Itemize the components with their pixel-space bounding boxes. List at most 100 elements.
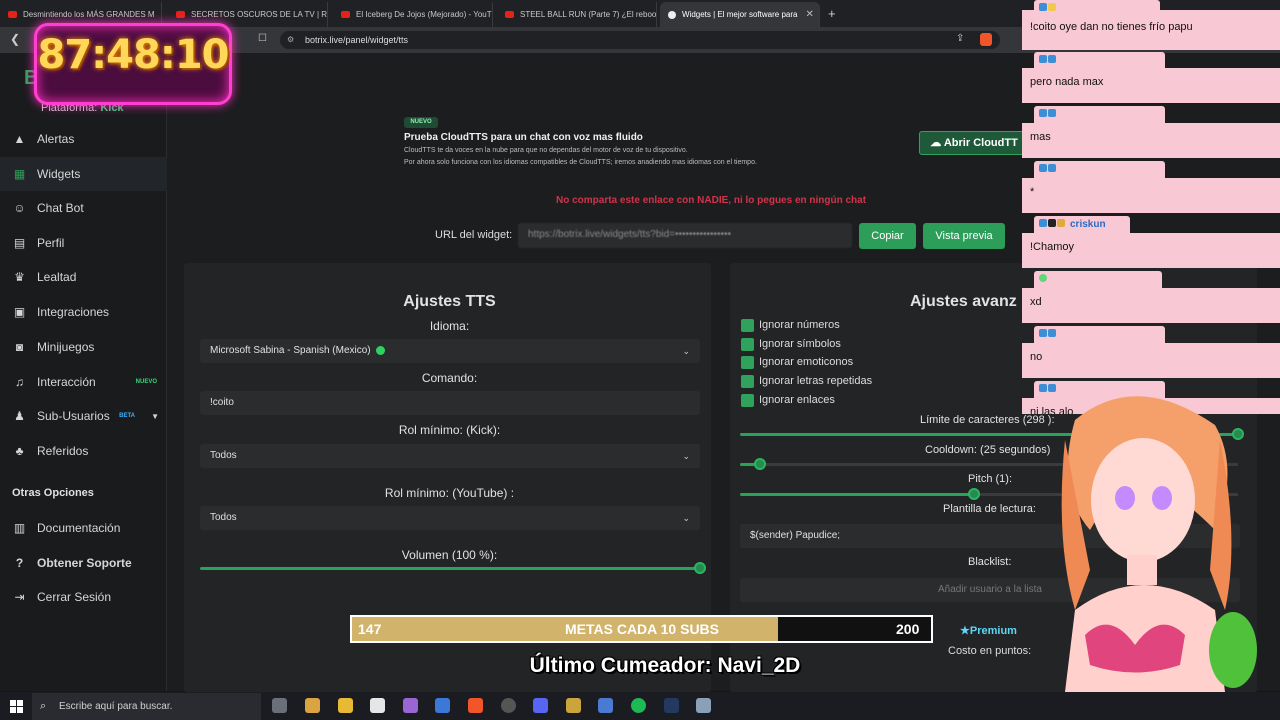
checkbox-label: Ignorar enlaces bbox=[759, 394, 835, 406]
ignore-numbers-checkbox[interactable] bbox=[741, 319, 754, 332]
widget-favicon-icon bbox=[668, 10, 676, 19]
obs-icon[interactable] bbox=[501, 698, 516, 713]
banner-line: Por ahora solo funciona con los idiomas … bbox=[404, 159, 757, 166]
id-card-icon: ▤ bbox=[13, 235, 26, 250]
app-icon[interactable] bbox=[664, 698, 679, 713]
share-icon[interactable]: ⇪ bbox=[956, 33, 964, 44]
sidebar-item-soporte[interactable]: ? Obtener Soporte bbox=[0, 546, 167, 580]
ignore-symbols-checkbox[interactable] bbox=[741, 338, 754, 351]
spotify-icon[interactable] bbox=[631, 698, 646, 713]
blacklist-label: Blacklist: bbox=[968, 556, 1012, 568]
chevron-down-icon: ⌄ bbox=[682, 346, 690, 356]
chevron-down-icon: ⌄ bbox=[682, 451, 690, 461]
chat-badges-icon bbox=[1039, 219, 1067, 229]
chat-message: * bbox=[1022, 178, 1280, 213]
goal-title: METAS CADA 10 SUBS bbox=[564, 621, 720, 637]
close-tab-icon[interactable]: ✕ bbox=[797, 9, 813, 20]
premium-badge: ★Premium bbox=[960, 625, 1017, 637]
brave-browser-icon[interactable] bbox=[468, 698, 483, 713]
volumen-slider[interactable] bbox=[200, 562, 706, 574]
site-info-icon[interactable]: ⚙ bbox=[287, 35, 294, 44]
last-sub-banner: Último Cumeador: Navi_2D bbox=[529, 654, 801, 677]
slider-knob[interactable] bbox=[968, 488, 981, 500]
media-player-icon[interactable] bbox=[566, 698, 581, 713]
chat-username bbox=[1034, 52, 1165, 69]
sidebar-item-alertas[interactable]: ▲ Alertas bbox=[0, 122, 167, 156]
slider-knob[interactable] bbox=[694, 562, 706, 574]
sidebar-item-interaccion[interactable]: ♫ Interacción NUEVO bbox=[0, 365, 167, 399]
back-icon[interactable]: ❮ bbox=[10, 32, 20, 46]
copy-button[interactable]: Copiar bbox=[859, 223, 916, 249]
browser-tab-active[interactable]: Widgets | El mejor software para ✕ bbox=[660, 2, 820, 27]
cloud-icon: ☁ bbox=[930, 137, 944, 149]
ignore-emotes-checkbox[interactable] bbox=[741, 356, 754, 369]
notepad-icon[interactable] bbox=[370, 698, 385, 713]
sidebar-item-lealtad[interactable]: ♛ Lealtad bbox=[0, 260, 167, 294]
banner-line: CloudTTS te da voces en la nube para que… bbox=[404, 147, 688, 154]
sidebar-item-cerrar-sesion[interactable]: ⇥ Cerrar Sesión bbox=[0, 580, 167, 614]
trophy-icon: ♛ bbox=[14, 269, 25, 284]
robot-icon: ☺ bbox=[13, 200, 26, 215]
beta-badge: BETA bbox=[119, 413, 135, 419]
medal-app-icon[interactable] bbox=[305, 698, 320, 713]
sidebar-item-widgets[interactable]: ▦ Widgets bbox=[0, 157, 167, 191]
taskbar-search[interactable]: Escribe aquí para buscar. bbox=[32, 693, 261, 720]
chat-username bbox=[1034, 161, 1165, 178]
search-icon: ⌕ bbox=[40, 700, 47, 712]
taskview-icon[interactable] bbox=[272, 698, 287, 713]
ignore-links-checkbox[interactable] bbox=[741, 394, 754, 407]
grid-icon: ▦ bbox=[13, 166, 26, 181]
sidebar-item-integraciones[interactable]: ▣ Integraciones bbox=[0, 295, 167, 329]
sidebar-item-referidos[interactable]: ♣ Referidos bbox=[0, 434, 167, 468]
checkbox-label: Ignorar letras repetidas bbox=[759, 375, 873, 387]
star-icon: ★ bbox=[960, 625, 970, 637]
chat-badges-icon bbox=[1039, 274, 1067, 284]
store-icon[interactable] bbox=[435, 698, 450, 713]
chat-username: criskun bbox=[1034, 216, 1130, 233]
chevron-down-icon: ⌄ bbox=[682, 513, 690, 523]
slider-knob[interactable] bbox=[753, 458, 766, 470]
chat-badges-icon bbox=[1039, 3, 1067, 13]
url-field[interactable]: botrix.live/panel/widget/tts bbox=[280, 31, 1000, 49]
sidebar-item-documentacion[interactable]: ▥ Documentación bbox=[0, 511, 167, 545]
browser-tab[interactable]: El Iceberg De Jojos (Mejorado) - YouT bbox=[333, 2, 493, 27]
idioma-select[interactable]: Microsoft Sabina - Spanish (Mexico) ⌄ bbox=[200, 339, 700, 363]
advanced-title: Ajustes avanz bbox=[910, 293, 1017, 310]
feather-app-icon[interactable] bbox=[403, 698, 418, 713]
rol-kick-select[interactable]: Todos ⌄ bbox=[200, 444, 700, 468]
chevron-down-icon: ▼ bbox=[151, 411, 159, 421]
subathon-timer: 87:48:10 bbox=[37, 32, 230, 78]
chat-username bbox=[1034, 326, 1165, 343]
calculator-icon[interactable] bbox=[696, 698, 711, 713]
comando-input[interactable]: !coito bbox=[200, 391, 700, 415]
goal-target: 200 bbox=[896, 621, 920, 637]
sidebar-item-minijuegos[interactable]: ◙ Minijuegos bbox=[0, 330, 167, 364]
discord-icon[interactable] bbox=[533, 698, 548, 713]
plug-icon: ▣ bbox=[13, 304, 26, 319]
youtube-icon bbox=[176, 11, 185, 18]
warning-icon: ▲ bbox=[13, 131, 26, 146]
banner-title: Prueba CloudTTS para un chat con voz mas… bbox=[404, 132, 643, 143]
chat-message: pero nada max bbox=[1022, 68, 1280, 103]
bookmark-icon[interactable]: ☐ bbox=[258, 33, 267, 44]
folder-icon[interactable] bbox=[338, 698, 353, 713]
rol-youtube-select[interactable]: Todos ⌄ bbox=[200, 506, 700, 530]
open-cloudtts-button[interactable]: ☁ Abrir CloudTT bbox=[919, 131, 1029, 155]
editor-app-icon[interactable] bbox=[598, 698, 613, 713]
browser-tab[interactable]: STEEL BALL RUN (Parte 7) ¿El reboot bbox=[497, 2, 657, 27]
chat-message: mas bbox=[1022, 123, 1280, 158]
chat-message: !Chamoy bbox=[1022, 233, 1280, 268]
sidebar-item-sub-usuarios[interactable]: ♟ Sub-Usuarios BETA ▼ bbox=[0, 399, 167, 433]
windows-start-icon[interactable] bbox=[10, 700, 23, 713]
youtube-icon bbox=[341, 11, 350, 18]
ignore-repeated-checkbox[interactable] bbox=[741, 375, 754, 388]
sidebar-item-chat-bot[interactable]: ☺ Chat Bot bbox=[0, 191, 167, 225]
music-icon: ♫ bbox=[15, 374, 24, 389]
widget-url-field[interactable]: https://botrix.live/widgets/tts?bid=••••… bbox=[518, 223, 852, 248]
section-title-otras-opciones: Otras Opciones bbox=[12, 487, 94, 499]
new-tab-icon[interactable]: + bbox=[828, 6, 836, 21]
brave-shield-icon[interactable] bbox=[980, 33, 992, 46]
youtube-icon bbox=[505, 11, 514, 18]
sidebar-item-perfil[interactable]: ▤ Perfil bbox=[0, 226, 167, 260]
preview-button[interactable]: Vista previa bbox=[923, 223, 1005, 249]
